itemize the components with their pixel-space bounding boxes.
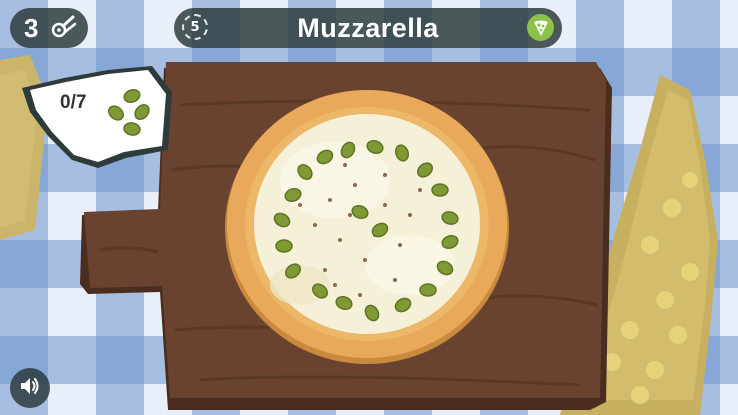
order-bubble <box>22 66 172 168</box>
sound-toggle-button[interactable] <box>10 368 50 408</box>
level-number: 5 <box>190 19 200 35</box>
pizza-slice-icon <box>527 14 554 41</box>
speaker-icon <box>18 374 42 402</box>
lives-counter: 3 <box>10 8 88 48</box>
pizza-name: Muzzarella <box>297 12 439 43</box>
lives-count: 3 <box>24 12 39 43</box>
pizza-title-bar: 5 Muzzarella <box>174 8 562 48</box>
level-badge-icon: 5 <box>182 14 208 40</box>
game-scene <box>0 55 718 415</box>
pizza <box>225 90 509 364</box>
pizza-cutter-icon <box>50 12 78 44</box>
order-progress: 0/7 <box>60 92 87 113</box>
